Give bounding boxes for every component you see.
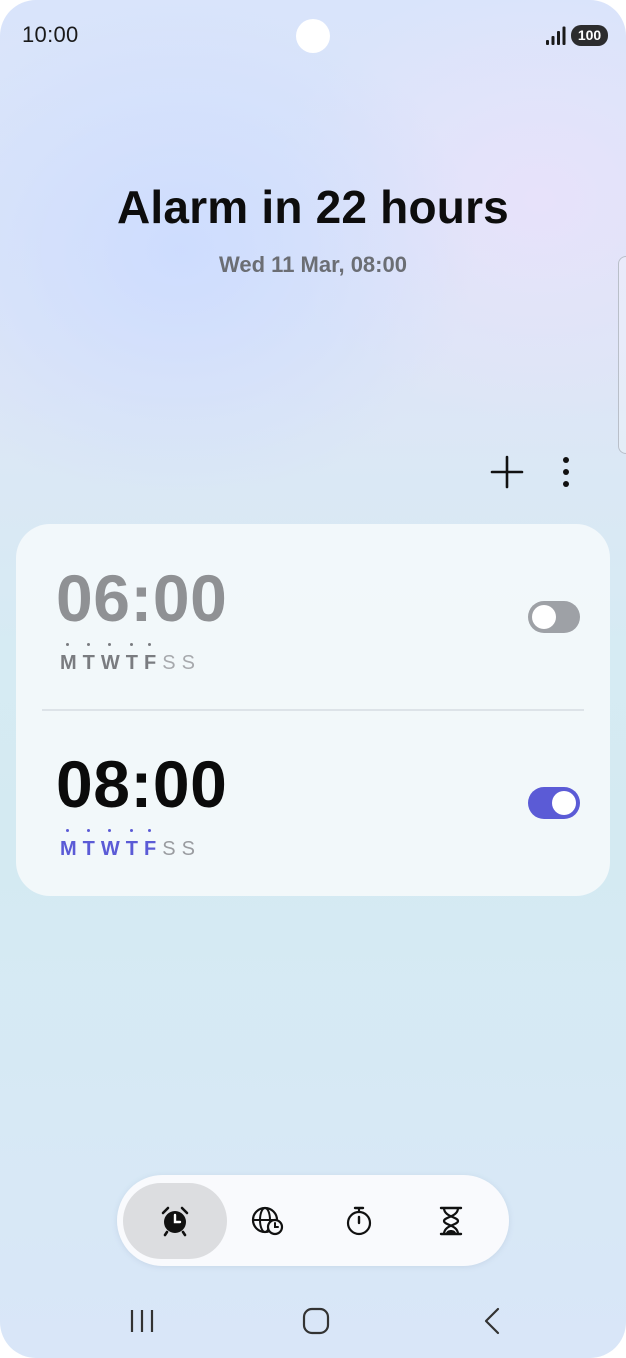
recents-icon[interactable] <box>120 1304 164 1338</box>
day-tuesday: T <box>83 643 101 678</box>
world-clock-icon <box>251 1206 284 1236</box>
system-navigation-bar <box>0 1290 626 1358</box>
edge-panel-handle[interactable] <box>618 256 626 454</box>
day-monday: M <box>60 829 83 864</box>
day-sunday: S <box>181 838 195 860</box>
day-friday: F <box>144 643 162 678</box>
day-friday: F <box>144 829 162 864</box>
tab-world-clock[interactable] <box>215 1183 319 1259</box>
tab-stopwatch[interactable] <box>307 1183 411 1259</box>
day-monday: M <box>60 643 83 678</box>
day-thursday: T <box>126 643 144 678</box>
status-bar: 10:00 100 <box>0 0 626 72</box>
back-icon[interactable] <box>470 1304 514 1338</box>
alarm-clock-icon <box>161 1206 189 1237</box>
home-icon[interactable] <box>294 1304 338 1338</box>
day-wednesday: W <box>101 643 126 678</box>
alarm-toggle[interactable] <box>528 787 580 819</box>
alarm-time: 08:00 <box>56 747 228 821</box>
front-camera-cutout <box>296 19 330 53</box>
tab-alarm[interactable] <box>123 1183 227 1259</box>
alarm-list: 06:00 M T W T F S S 08:00 M T W T F S S <box>16 524 610 896</box>
alarm-repeat-days: M T W T F S S <box>60 829 201 864</box>
stopwatch-icon <box>346 1206 372 1236</box>
tab-timer[interactable] <box>399 1183 503 1259</box>
day-tuesday: T <box>83 829 101 864</box>
day-saturday: S <box>162 652 176 674</box>
next-alarm-title: Alarm in 22 hours <box>117 181 509 233</box>
signal-icon <box>546 26 566 45</box>
next-alarm-date: Wed 11 Mar, 08:00 <box>219 252 407 277</box>
toggle-knob <box>552 791 576 815</box>
more-vertical-icon[interactable] <box>552 454 580 490</box>
battery-indicator: 100 <box>571 25 608 46</box>
day-wednesday: W <box>101 829 126 864</box>
timer-hourglass-icon <box>439 1206 463 1236</box>
alarm-item[interactable]: 08:00 M T W T F S S <box>16 710 610 896</box>
plus-icon[interactable] <box>489 454 525 490</box>
alarm-toggle[interactable] <box>528 601 580 633</box>
alarm-screen: 10:00 100 Alarm in 22 hours Wed 11 Mar, … <box>0 0 626 1358</box>
alarm-item[interactable]: 06:00 M T W T F S S <box>16 524 610 710</box>
alarm-time: 06:00 <box>56 561 228 635</box>
status-time: 10:00 <box>22 22 79 47</box>
day-sunday: S <box>181 652 195 674</box>
alarm-repeat-days: M T W T F S S <box>60 643 201 678</box>
day-thursday: T <box>126 829 144 864</box>
day-saturday: S <box>162 838 176 860</box>
bottom-tab-bar <box>117 1175 509 1266</box>
toggle-knob <box>532 605 556 629</box>
